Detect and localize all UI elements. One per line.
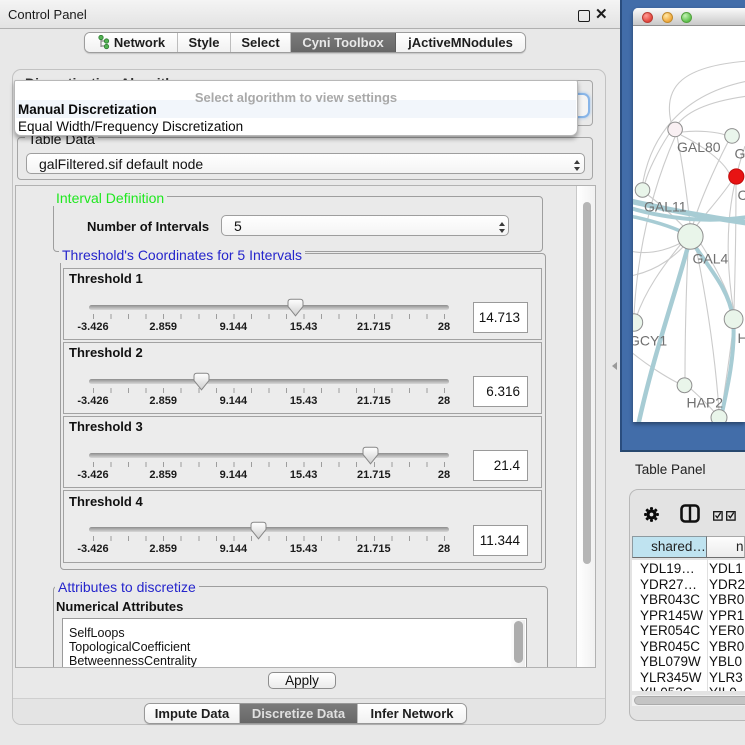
svg-text:HAP2: HAP2 [687,395,724,411]
svg-text:C: C [738,187,745,203]
svg-text:GAL11: GAL11 [644,198,687,214]
svg-text:GCY1: GCY1 [633,333,667,349]
svg-text:GAL4: GAL4 [693,251,729,267]
svg-text:GA: GA [735,146,745,162]
svg-text:H: H [738,330,745,346]
svg-text:GAL80: GAL80 [677,139,721,155]
